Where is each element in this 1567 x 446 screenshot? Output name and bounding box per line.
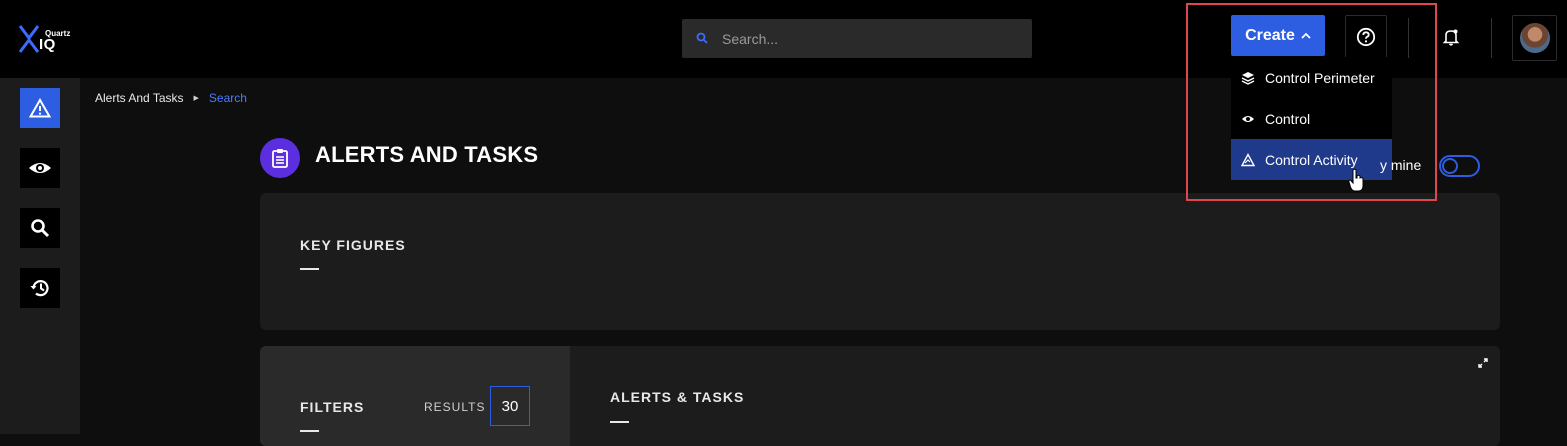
toggle-knob xyxy=(1442,158,1458,174)
title-underline xyxy=(610,421,629,423)
only-mine-toggle[interactable] xyxy=(1439,155,1480,177)
sidebar-item-search[interactable] xyxy=(20,208,60,248)
search-icon xyxy=(31,219,50,238)
help-button[interactable] xyxy=(1345,15,1387,59)
sidebar xyxy=(0,78,80,434)
warning-triangle-icon xyxy=(29,98,51,118)
logo-brand-main: IQ xyxy=(39,36,56,53)
sidebar-item-controls[interactable] xyxy=(20,148,60,188)
create-button-label: Create xyxy=(1245,26,1295,44)
header-divider xyxy=(1408,18,1409,58)
history-icon xyxy=(30,280,49,297)
alerts-panel: FILTERS RESULTS 30 ALERTS & TASKS xyxy=(260,346,1500,446)
filters-pane: FILTERS RESULTS 30 xyxy=(260,346,570,446)
global-search xyxy=(682,19,1032,58)
title-underline xyxy=(300,268,319,270)
app-logo[interactable]: Quartz IQ xyxy=(18,22,88,58)
menu-item-label: Control xyxy=(1265,110,1311,127)
page-title: ALERTS AND TASKS xyxy=(315,142,539,167)
breadcrumb: Alerts And Tasks ▶ Search xyxy=(95,91,247,105)
title-underline xyxy=(300,430,319,432)
activity-triangle-icon xyxy=(1241,152,1255,167)
results-label: RESULTS xyxy=(424,400,486,414)
bell-icon xyxy=(1443,29,1459,46)
expand-icon[interactable] xyxy=(1478,358,1488,368)
avatar xyxy=(1519,23,1550,53)
logo-mark-icon xyxy=(18,25,40,53)
clipboard-icon xyxy=(272,149,288,168)
menu-item-label: Control Perimeter xyxy=(1265,69,1375,86)
sidebar-item-alerts[interactable] xyxy=(20,88,60,128)
sidebar-item-history[interactable] xyxy=(20,268,60,308)
filters-title: FILTERS xyxy=(300,399,365,415)
only-mine-label: y mine xyxy=(1380,157,1422,173)
breadcrumb-item[interactable]: Alerts And Tasks xyxy=(95,91,184,105)
chevron-right-icon: ▶ xyxy=(193,95,199,102)
hand-pointer-icon xyxy=(1348,168,1364,192)
menu-item-label: Control Activity xyxy=(1265,151,1358,168)
notifications-button[interactable] xyxy=(1430,15,1472,59)
menu-item-control-perimeter[interactable]: Control Perimeter xyxy=(1231,57,1392,98)
menu-item-control[interactable]: Control xyxy=(1231,98,1392,139)
alerts-tasks-title: ALERTS & TASKS xyxy=(610,389,745,405)
key-figures-card: KEY FIGURES xyxy=(260,193,1500,330)
create-menu: Control Perimeter Control Control Activi… xyxy=(1231,57,1392,180)
header-divider xyxy=(1491,18,1492,58)
key-figures-title: KEY FIGURES xyxy=(300,237,406,253)
create-button[interactable]: Create xyxy=(1231,15,1325,56)
eye-icon xyxy=(29,163,51,173)
page-icon xyxy=(260,138,300,178)
eye-icon xyxy=(1241,112,1255,126)
results-count: 30 xyxy=(490,386,530,426)
breadcrumb-current: Search xyxy=(208,91,247,105)
search-icon xyxy=(696,32,708,44)
layers-icon xyxy=(1241,71,1255,85)
user-menu-button[interactable] xyxy=(1512,15,1557,61)
menu-item-control-activity[interactable]: Control Activity xyxy=(1231,139,1392,180)
help-circle-icon xyxy=(1356,27,1376,47)
chevron-up-icon xyxy=(1301,32,1311,39)
search-input[interactable] xyxy=(722,19,1022,58)
